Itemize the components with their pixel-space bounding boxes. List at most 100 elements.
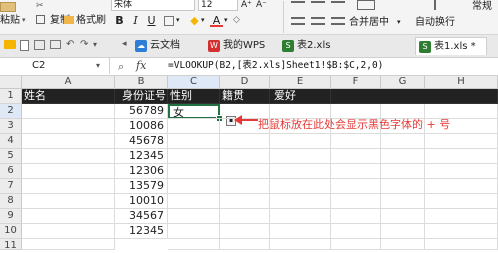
column-a-cells[interactable] [22,104,115,250]
active-cell-c2[interactable]: 女 [168,104,220,119]
folder-icon[interactable] [4,40,16,49]
number-format-select[interactable]: 常规 [472,0,492,14]
format-painter-button[interactable]: 格式刷 [76,14,106,28]
column-header[interactable]: H [425,76,498,89]
bold-button[interactable]: B [113,14,126,27]
tab-label: 我的WPS [223,40,266,51]
font-name-select[interactable]: 宋体 [111,0,195,11]
wrap-text-icon[interactable] [422,0,436,10]
header-cell-id[interactable]: 身份证号 [115,89,168,104]
underline-button[interactable]: U [145,14,158,27]
name-box[interactable]: C2 [0,58,110,74]
column-header[interactable]: B [115,76,168,89]
spreadsheet-icon: S [419,41,431,53]
merge-center-icon[interactable] [357,0,375,10]
increase-font-icon[interactable]: A⁺ [241,0,252,10]
align-left-icon[interactable] [291,17,305,25]
row-header[interactable]: 8 [0,194,22,209]
merge-center-button[interactable]: 合并居中 [349,16,389,30]
border-dropdown-icon[interactable]: ▾ [176,16,180,24]
redo-icon[interactable]: ↷ [80,39,88,50]
tab-my-wps[interactable]: W 我的WPS [205,37,265,55]
align-middle-icon[interactable] [311,1,325,11]
cloud-icon: ☁ [135,40,147,52]
new-file-icon[interactable] [20,40,29,51]
wps-icon: W [208,40,220,52]
tab-table1-active[interactable]: S 表1.xls * [415,37,487,55]
column-header[interactable]: C [168,76,220,89]
ribbon-toolbar: 粘贴 ▾ ✂ 复制 格式刷 宋体 12 A⁺ A⁻ B I U ▾ ◆ ▾ A … [0,0,498,35]
formula-bar: C2 ▾ ⌕ fx =VLOOKUP(B2,[表2.xls]Sheet1!$B:… [0,58,498,76]
header-cell-hometown[interactable]: 籍贯 [220,89,270,104]
select-all-corner[interactable] [0,76,22,89]
italic-button[interactable]: I [129,14,142,27]
document-tab-bar: ↶ ↷ ▾ ◂ ☁ 云文档 W 我的WPS S 表2.xls S 表1.xls … [0,35,498,58]
header-cell-hobby[interactable]: 爱好 [270,89,331,104]
header-cell-empty[interactable] [331,89,498,104]
column-header[interactable]: D [220,76,270,89]
id-cell[interactable]: 12345 [115,224,168,239]
id-cell[interactable]: 10086 [115,119,168,134]
eraser-icon[interactable]: ◇ [233,15,240,25]
id-cell[interactable]: 13579 [115,179,168,194]
fill-dropdown-icon[interactable]: ▾ [201,16,205,24]
wrap-text-button[interactable]: 自动换行 [415,16,455,30]
row-header[interactable]: 9 [0,209,22,224]
id-cell[interactable]: 34567 [115,209,168,224]
row-header[interactable]: 7 [0,179,22,194]
cut-icon[interactable]: ✂ [36,1,50,12]
tab-label: 表2.xls [297,40,331,51]
paste-icon[interactable] [0,2,16,12]
border-icon[interactable] [164,16,174,26]
row-header[interactable]: 10 [0,224,22,239]
copy-icon[interactable] [36,15,45,24]
insert-function-button[interactable]: fx [136,59,146,72]
header-cell-name[interactable]: 姓名 [22,89,115,104]
column-header[interactable]: F [331,76,381,89]
id-cell[interactable]: 45678 [115,134,168,149]
font-color-dropdown-icon[interactable]: ▾ [224,16,228,24]
tab-cloud-docs[interactable]: ☁ 云文档 [132,37,180,55]
column-c-cells[interactable] [168,119,220,250]
formula-input[interactable]: =VLOOKUP(B2,[表2.xls]Sheet1!$B:$C,2,0) [168,58,383,74]
tab-label: 云文档 [150,40,180,51]
column-header[interactable]: G [381,76,425,89]
column-header[interactable]: A [22,76,115,89]
row-header[interactable]: 1 [0,89,22,104]
red-arrow-icon [234,115,258,125]
row-header[interactable]: 6 [0,164,22,179]
tab-scroll-left-icon[interactable]: ◂ [122,39,127,49]
paste-dropdown-icon[interactable]: ▾ [22,16,26,24]
align-top-icon[interactable] [291,1,305,11]
save-icon[interactable] [34,40,45,50]
header-id-label: 身份证号 [122,89,166,102]
tab-table2[interactable]: S 表2.xls [279,37,330,55]
fill-color-icon[interactable]: ◆ [188,14,201,27]
id-cell[interactable]: 10010 [115,194,168,209]
decrease-font-icon[interactable]: A⁻ [256,0,267,10]
row-header[interactable]: 3 [0,119,22,134]
quick-access-dropdown-icon[interactable]: ▾ [93,40,97,49]
align-center-icon[interactable] [311,17,325,25]
column-header[interactable]: E [270,76,331,89]
id-cell[interactable]: 56789 [115,104,168,119]
align-right-icon[interactable] [331,17,345,25]
merge-dropdown-icon[interactable]: ▾ [397,18,401,26]
undo-icon[interactable]: ↶ [66,39,74,50]
id-cell[interactable]: 12345 [115,149,168,164]
print-icon[interactable] [50,40,61,49]
id-cell[interactable]: 12306 [115,164,168,179]
name-box-dropdown-icon[interactable]: ▾ [96,61,100,70]
align-bottom-icon[interactable] [331,1,345,11]
row-header[interactable]: 2 [0,104,22,119]
row-header[interactable]: 5 [0,149,22,164]
row-header[interactable]: 11 [0,239,22,251]
font-size-select[interactable]: 12 [198,0,238,11]
paste-button[interactable]: 粘贴 [0,14,20,28]
font-color-button[interactable]: A [210,14,223,27]
format-painter-icon[interactable] [64,16,74,24]
row-header[interactable]: 4 [0,134,22,149]
header-cell-gender[interactable]: 性别 [168,89,220,104]
spreadsheet-grid[interactable]: A B C D E F G H 1 2 3 4 5 6 7 8 9 10 11 … [0,76,498,251]
zoom-icon[interactable]: ⌕ [118,60,124,74]
